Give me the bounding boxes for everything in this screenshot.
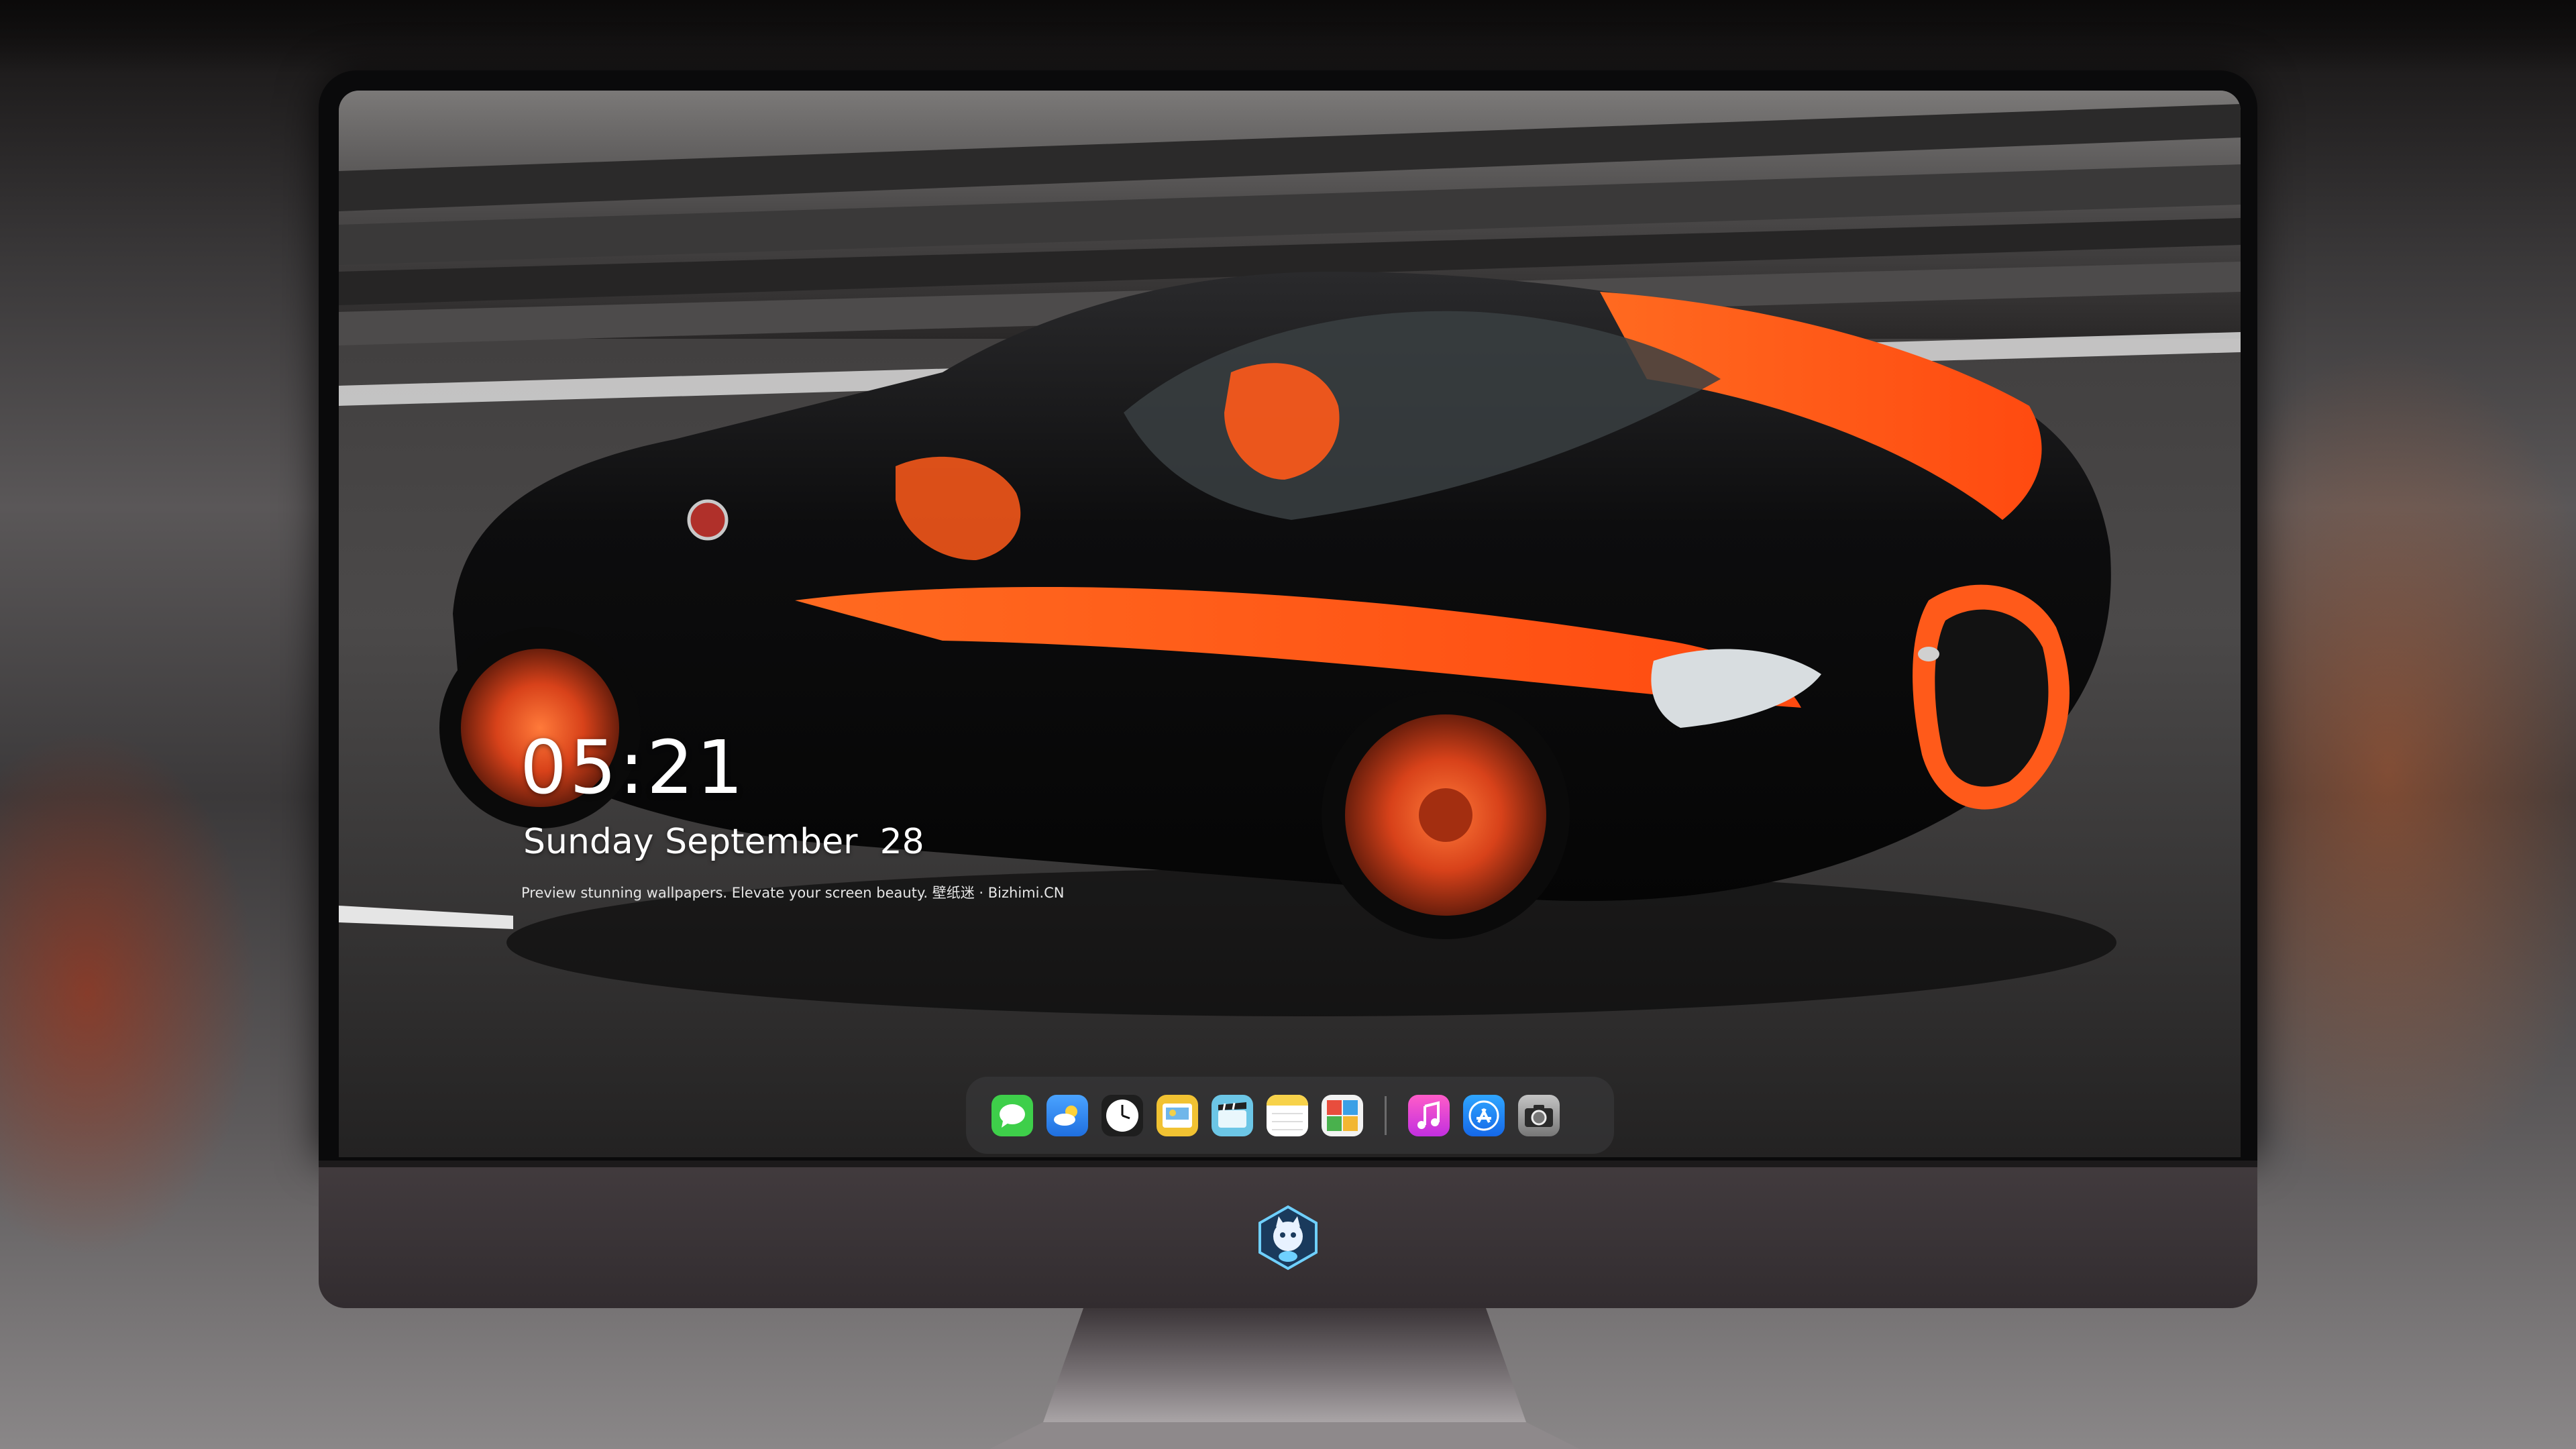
wallpaper-tagline: Preview stunning wallpapers. Elevate you… <box>521 885 1065 901</box>
desktop-screen: 05:21 Sunday September 28 Preview stunni… <box>339 91 2241 1157</box>
clips-icon[interactable] <box>1212 1094 1253 1136</box>
app-store-icon[interactable] <box>1463 1094 1505 1136</box>
monitor-divider <box>319 1161 2257 1167</box>
car-wallpaper <box>339 91 2241 1157</box>
weather-icon[interactable] <box>1046 1094 1088 1136</box>
monitor-stand <box>989 1308 1580 1449</box>
background-shade <box>0 0 2576 74</box>
music-icon[interactable] <box>1408 1094 1450 1136</box>
notes-icon[interactable] <box>1267 1094 1308 1136</box>
lock-clock: 05:21 <box>520 724 747 810</box>
mascot-logo-icon <box>1258 1205 1318 1271</box>
monitor-bezel: 05:21 Sunday September 28 Preview stunni… <box>319 70 2257 1161</box>
dock <box>966 1077 1614 1154</box>
imac-monitor: 05:21 Sunday September 28 Preview stunni… <box>319 70 2257 1308</box>
dock-separator <box>1385 1095 1387 1135</box>
messages-icon[interactable] <box>991 1094 1033 1136</box>
photo-booth-icon[interactable] <box>1322 1094 1363 1136</box>
preview-icon[interactable] <box>1157 1094 1198 1136</box>
clock-icon[interactable] <box>1102 1094 1143 1136</box>
lock-date: Sunday September 28 <box>523 822 924 862</box>
camera-icon[interactable] <box>1518 1094 1560 1136</box>
